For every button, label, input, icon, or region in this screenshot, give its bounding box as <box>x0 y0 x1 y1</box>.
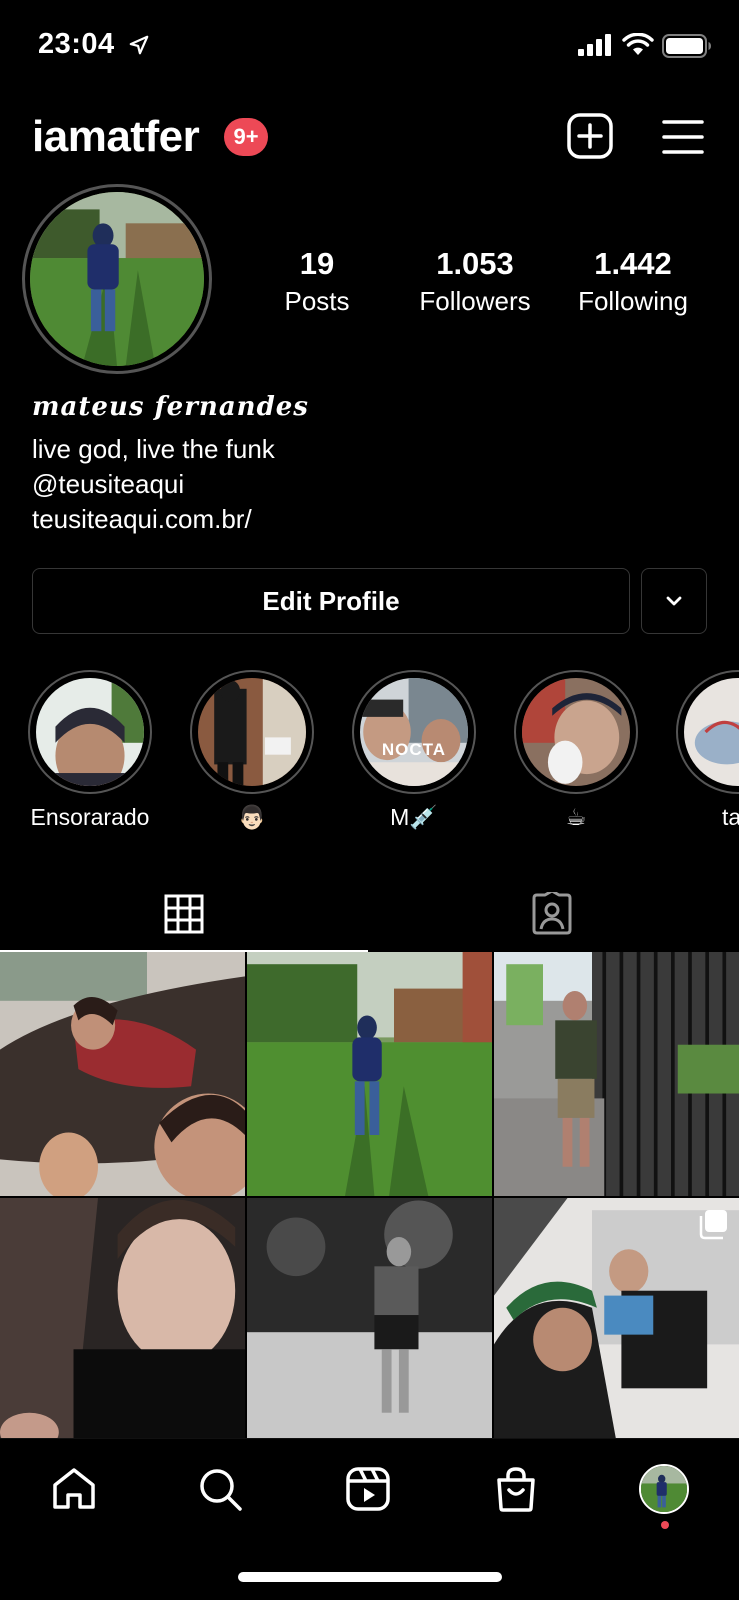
highlight-ring <box>28 670 152 794</box>
location-arrow-icon <box>129 35 149 55</box>
highlight-label: Ensorarado <box>30 804 150 830</box>
battery-icon <box>662 34 711 58</box>
reels-icon <box>346 1467 390 1511</box>
highlight-item[interactable]: 👨🏻 <box>190 670 314 840</box>
profile-header: iamatfer 9+ <box>0 108 739 166</box>
nav-home[interactable] <box>44 1459 104 1519</box>
followers-count: 1.053 <box>436 246 514 281</box>
highlight-cover: NOCTA <box>360 678 468 786</box>
highlight-cover <box>522 678 630 786</box>
nav-search[interactable] <box>190 1459 250 1519</box>
home-indicator[interactable] <box>238 1572 502 1582</box>
tab-grid[interactable] <box>0 876 368 952</box>
profile-avatar-small <box>639 1464 689 1514</box>
post-thumbnail[interactable] <box>0 1198 245 1442</box>
search-icon <box>200 1469 242 1511</box>
highlight-label: 👨🏻 <box>237 804 267 830</box>
signal-icon <box>578 34 611 56</box>
highlight-cover <box>684 678 739 786</box>
status-time: 23:04 <box>38 28 115 60</box>
posts-stat[interactable]: 19 Posts <box>232 244 402 318</box>
following-label: Following <box>578 286 688 316</box>
following-stat[interactable]: 1.442 Following <box>548 244 718 318</box>
grid-icon <box>164 894 204 934</box>
tagged-person-icon <box>532 892 572 935</box>
avatar-image <box>30 192 204 366</box>
post-thumbnail[interactable] <box>494 952 739 1196</box>
highlight-cover <box>198 678 306 786</box>
bio-text: live god, live the funk <box>32 434 275 464</box>
username[interactable]: iamatfer <box>32 112 200 162</box>
highlight-ring: NOCTA <box>352 670 476 794</box>
tab-tagged[interactable] <box>368 876 736 952</box>
followers-label: Followers <box>419 286 531 316</box>
highlight-ring <box>514 670 638 794</box>
nav-reels[interactable] <box>338 1459 398 1519</box>
highlight-label: M💉 <box>390 804 438 830</box>
bio-link[interactable]: teusiteaqui.com.br/ <box>32 502 252 536</box>
activity-dot <box>661 1521 669 1529</box>
bio-mention[interactable]: @teusiteaqui <box>32 467 184 501</box>
notification-badge[interactable]: 9+ <box>224 118 268 156</box>
highlight-ring <box>190 670 314 794</box>
suggested-dropdown-button[interactable] <box>641 568 707 634</box>
home-icon <box>53 1468 95 1509</box>
posts-count: 19 <box>299 246 335 281</box>
nav-shop[interactable] <box>486 1459 546 1519</box>
highlight-item[interactable]: NOCTA M💉 <box>352 670 476 840</box>
highlight-overlay-text: NOCTA <box>381 740 447 759</box>
chevron-down-icon <box>666 596 682 606</box>
display-name: mateus fernandes <box>32 392 309 422</box>
highlight-cover <box>36 678 144 786</box>
wifi-icon <box>622 33 654 55</box>
highlight-item[interactable]: Ensorarado <box>28 670 152 840</box>
post-thumbnail[interactable] <box>247 952 492 1196</box>
posts-label: Posts <box>284 286 350 316</box>
post-thumbnail[interactable] <box>494 1198 739 1442</box>
status-bar: 23:04 <box>0 0 739 92</box>
shop-bag-icon <box>497 1467 535 1512</box>
profile-tabs <box>0 876 739 952</box>
following-count: 1.442 <box>594 246 672 281</box>
highlight-item[interactable]: tatt <box>676 670 739 840</box>
followers-stat[interactable]: 1.053 Followers <box>390 244 560 318</box>
post-thumbnail[interactable] <box>247 1198 492 1442</box>
highlight-label: tatt <box>722 804 739 830</box>
multiple-photos-icon <box>699 1210 727 1240</box>
story-highlights: Ensorarado 👨🏻 NOCTA M💉 ☕ ta <box>0 670 739 840</box>
highlight-label: ☕ <box>565 804 587 830</box>
edit-profile-button[interactable]: Edit Profile <box>32 568 630 634</box>
profile-avatar[interactable] <box>22 184 212 374</box>
posts-grid <box>0 952 739 1442</box>
post-thumbnail[interactable] <box>0 952 245 1196</box>
hamburger-menu-icon[interactable] <box>662 118 704 156</box>
highlight-item[interactable]: ☕ <box>514 670 638 840</box>
nav-profile[interactable] <box>634 1459 694 1519</box>
highlight-ring <box>676 670 739 794</box>
plus-square-icon[interactable] <box>566 112 614 160</box>
